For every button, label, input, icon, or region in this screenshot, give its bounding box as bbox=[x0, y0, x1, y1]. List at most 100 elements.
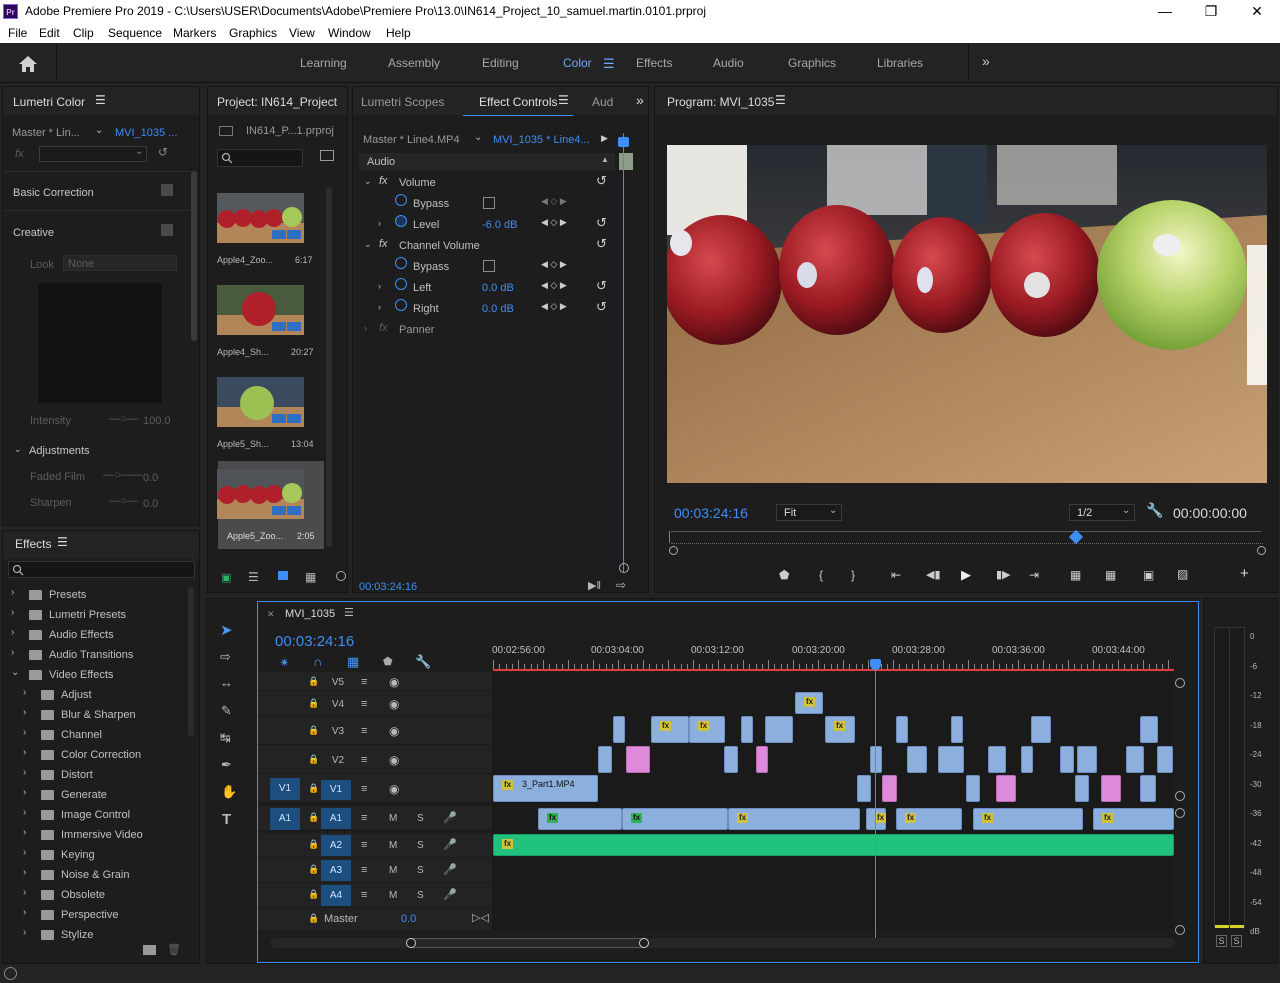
level-value[interactable]: -6.0 dB bbox=[482, 219, 517, 231]
wrench-icon[interactable]: 🔧 bbox=[415, 654, 431, 670]
effects-scrollbar[interactable] bbox=[188, 587, 194, 737]
zoom-handle[interactable] bbox=[1175, 678, 1185, 688]
chevron-right-icon[interactable]: › bbox=[11, 587, 14, 598]
timeline-clip[interactable] bbox=[1075, 775, 1089, 802]
lock-icon[interactable]: 🔒 bbox=[308, 725, 319, 736]
sync-lock-icon[interactable]: ≡ bbox=[361, 889, 367, 901]
timeline-clip[interactable]: fx bbox=[622, 808, 728, 830]
keyframe-nav-icon[interactable]: ◀ ◇ ▶ bbox=[541, 259, 567, 270]
close-sequence-icon[interactable]: ✕ bbox=[267, 609, 275, 620]
eye-icon[interactable]: ◉ bbox=[389, 782, 399, 796]
clip-thumbnail[interactable] bbox=[217, 377, 304, 427]
menu-markers[interactable]: Markers bbox=[173, 26, 216, 40]
basic-correction-checkbox[interactable] bbox=[161, 184, 173, 196]
lumetri-clip[interactable]: MVI_1035 ... bbox=[115, 127, 177, 139]
eye-icon[interactable]: ◉ bbox=[389, 724, 399, 738]
effects-item[interactable]: › Audio Effects bbox=[3, 625, 189, 645]
zoom-handle[interactable] bbox=[1175, 808, 1185, 818]
timeline-clip[interactable]: fx bbox=[728, 808, 860, 830]
microphone-icon[interactable]: 🎤 bbox=[443, 888, 457, 901]
track-select-icon[interactable]: ⇨ bbox=[220, 649, 231, 665]
lumetri-source[interactable]: Master * Lin... bbox=[12, 127, 80, 139]
fx-badge[interactable]: fx bbox=[1102, 813, 1113, 823]
timeline-clip[interactable] bbox=[857, 775, 871, 802]
linked-selection-icon[interactable]: ▦ bbox=[347, 654, 359, 670]
adjustments-label[interactable]: Adjustments bbox=[29, 445, 90, 457]
solo-button[interactable]: S bbox=[417, 813, 424, 824]
workspace-overflow-icon[interactable]: » bbox=[982, 53, 990, 69]
effects-item[interactable]: › Color Correction bbox=[3, 745, 189, 765]
program-video-frame[interactable] bbox=[667, 145, 1267, 483]
add-marker-icon[interactable]: ⬟ bbox=[779, 568, 789, 582]
bypass-checkbox[interactable] bbox=[483, 197, 495, 209]
menu-window[interactable]: Window bbox=[328, 26, 371, 40]
reset-icon[interactable]: ↺ bbox=[596, 299, 607, 315]
chevron-right-icon[interactable]: › bbox=[23, 867, 26, 878]
stopwatch-icon[interactable] bbox=[395, 215, 407, 227]
zoom-handle[interactable] bbox=[639, 938, 649, 948]
hand-tool-icon[interactable]: ✋ bbox=[221, 784, 237, 800]
effects-title[interactable]: Effects bbox=[15, 537, 51, 551]
sharpen-value[interactable]: 0.0 bbox=[143, 498, 158, 510]
effects-item[interactable]: › Audio Transitions bbox=[3, 645, 189, 665]
track-target-v3[interactable]: V3 bbox=[328, 726, 348, 740]
faded-film-slider[interactable]: —○—— bbox=[103, 469, 143, 481]
mark-out-icon[interactable]: } bbox=[851, 568, 855, 582]
chevron-right-icon[interactable]: › bbox=[23, 767, 26, 778]
add-marker-icon[interactable]: ⬟ bbox=[383, 655, 393, 668]
timeline-clip[interactable]: fx bbox=[825, 716, 855, 743]
pen-tool-icon[interactable]: ✒ bbox=[221, 757, 232, 773]
timeline-clip[interactable] bbox=[1140, 775, 1156, 802]
timeline-hscroll-thumb[interactable] bbox=[410, 938, 646, 948]
effects-item[interactable]: › Image Control bbox=[3, 805, 189, 825]
chevron-right-icon[interactable]: › bbox=[23, 687, 26, 698]
chevron-right-icon[interactable]: › bbox=[23, 807, 26, 818]
chevron-right-icon[interactable]: › bbox=[23, 787, 26, 798]
effects-item[interactable]: › Lumetri Presets bbox=[3, 605, 189, 625]
type-tool-icon[interactable]: T bbox=[222, 811, 231, 828]
track-target-v2[interactable]: V2 bbox=[328, 755, 348, 769]
fx-badge[interactable]: fx bbox=[502, 839, 513, 849]
mark-in-icon[interactable]: { bbox=[819, 568, 823, 582]
menu-clip[interactable]: Clip bbox=[73, 26, 94, 40]
razor-tool-icon[interactable]: ✎ bbox=[221, 703, 232, 719]
reset-icon[interactable]: ↺ bbox=[596, 236, 607, 252]
master-value[interactable]: 0.0 bbox=[401, 913, 416, 925]
chevron-right-icon[interactable]: › bbox=[11, 607, 14, 618]
zoom-handle-left[interactable] bbox=[669, 546, 678, 555]
chevron-right-icon[interactable]: › bbox=[378, 218, 381, 228]
nest-icon[interactable]: ✴ bbox=[279, 655, 290, 671]
timeline-clip[interactable] bbox=[1021, 746, 1033, 773]
fx-badge[interactable]: fx bbox=[698, 721, 709, 731]
lock-icon[interactable]: 🔒 bbox=[308, 754, 319, 765]
menu-file[interactable]: File bbox=[8, 26, 27, 40]
sync-lock-icon[interactable]: ≡ bbox=[361, 725, 367, 737]
scrollbar[interactable] bbox=[191, 171, 197, 341]
eye-icon[interactable]: ◉ bbox=[389, 697, 399, 711]
panel-menu-icon[interactable]: ☰ bbox=[775, 93, 786, 107]
freeform-view-icon[interactable]: ▦ bbox=[305, 570, 316, 584]
go-to-out-icon[interactable]: ⇥ bbox=[1029, 568, 1039, 582]
sync-lock-icon[interactable]: ≡ bbox=[361, 864, 367, 876]
lock-icon[interactable]: ▣ bbox=[221, 571, 231, 584]
track-target-a3[interactable]: A3 bbox=[321, 860, 351, 881]
timeline-clip[interactable] bbox=[938, 746, 964, 773]
intensity-slider[interactable]: —○— bbox=[109, 413, 138, 425]
panel-menu-icon[interactable]: ☰ bbox=[344, 606, 354, 619]
home-icon[interactable] bbox=[18, 55, 38, 73]
chevron-right-icon[interactable]: › bbox=[23, 887, 26, 898]
timeline-clip[interactable]: fx bbox=[795, 692, 823, 714]
lift-icon[interactable]: ▦ bbox=[1070, 568, 1081, 582]
effects-item[interactable]: › Blur & Sharpen bbox=[3, 705, 189, 725]
keyframe-nav-icon[interactable]: ◀ ◇ ▶ bbox=[541, 280, 567, 291]
effects-item[interactable]: › Perspective bbox=[3, 905, 189, 925]
go-to-in-icon[interactable]: ⇤ bbox=[891, 568, 901, 582]
workspace-libraries[interactable]: Libraries bbox=[877, 56, 923, 70]
timeline-clip[interactable]: fx bbox=[689, 716, 725, 743]
fx-badge[interactable]: fx bbox=[804, 697, 815, 707]
timeline-clip[interactable] bbox=[907, 746, 927, 773]
microphone-icon[interactable]: 🎤 bbox=[443, 838, 457, 851]
icon-view-icon[interactable] bbox=[278, 571, 288, 580]
lock-icon[interactable]: 🔒 bbox=[308, 889, 319, 900]
chevron-right-icon[interactable]: › bbox=[23, 827, 26, 838]
